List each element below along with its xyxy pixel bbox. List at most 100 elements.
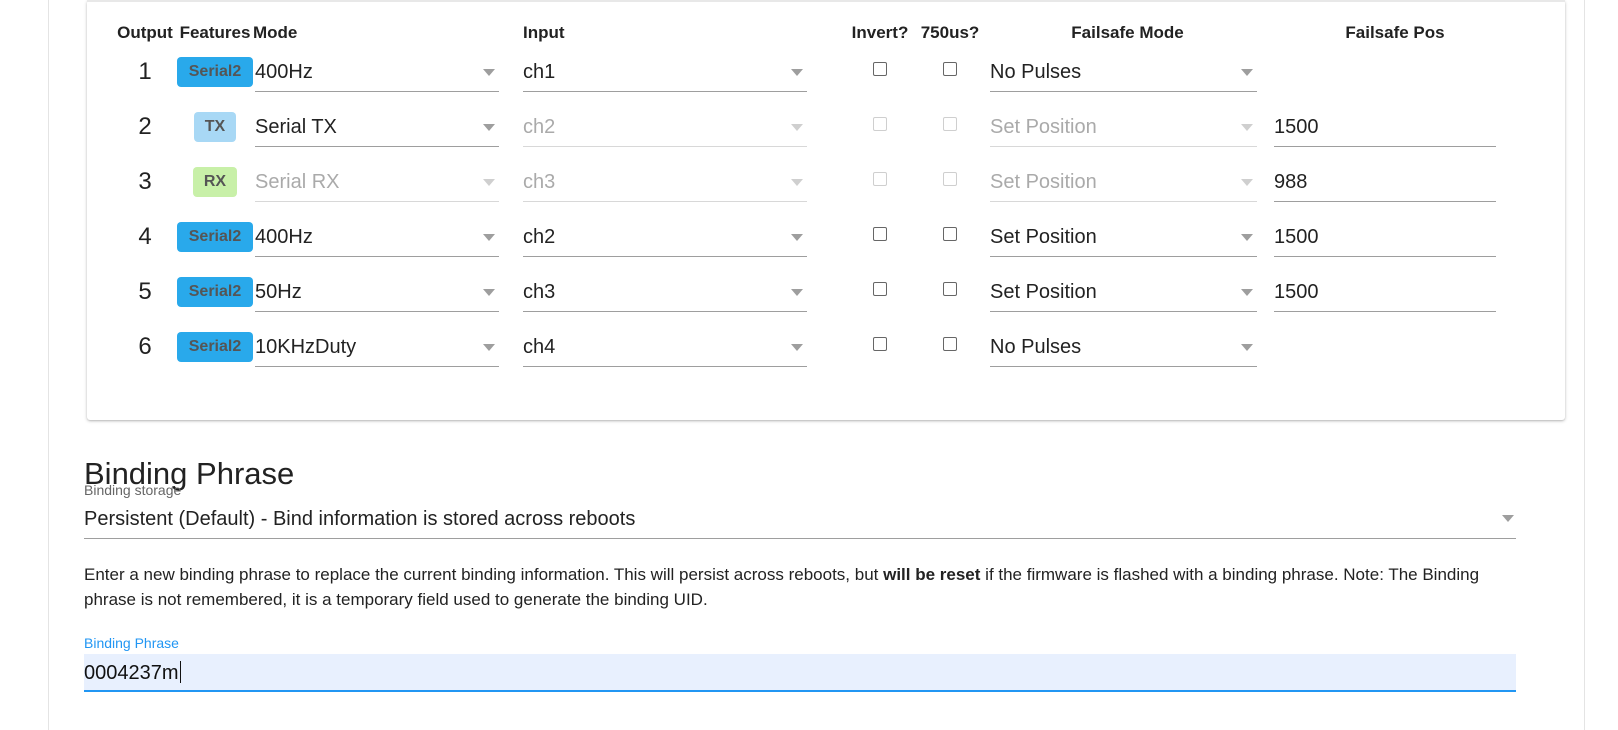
- dropdown-arrow-icon: [1502, 515, 1514, 522]
- failsafe-mode-value: Set Position: [990, 170, 1097, 193]
- failsafe-mode-value: Set Position: [990, 280, 1097, 303]
- input-value: ch2: [523, 225, 556, 248]
- invert-checkbox[interactable]: [873, 337, 887, 351]
- mode-select[interactable]: Serial TX: [255, 107, 499, 147]
- failsafe-pos-value: 1500: [1274, 280, 1319, 303]
- input-select[interactable]: ch1: [523, 52, 807, 92]
- 750us-checkbox: [943, 172, 957, 186]
- input-value: ch4: [523, 335, 556, 358]
- mode-select[interactable]: 400Hz: [255, 217, 499, 257]
- mode-select[interactable]: 400Hz: [255, 52, 499, 92]
- failsafe-mode-select: Set Position: [990, 107, 1257, 147]
- dropdown-arrow-icon: [1241, 68, 1253, 76]
- failsafe-pos-input[interactable]: 988: [1274, 162, 1496, 202]
- binding-phrase-label: Binding Phrase: [84, 635, 179, 651]
- input-value: ch3: [523, 280, 556, 303]
- feature-badge-tx: TX: [194, 111, 236, 142]
- feature-badge-serial2: Serial2: [177, 56, 253, 87]
- 750us-checkbox[interactable]: [943, 62, 957, 76]
- mode-value: Serial RX: [255, 170, 340, 193]
- failsafe-pos-input[interactable]: 1500: [1274, 272, 1496, 312]
- card-top-edge: [87, 0, 1565, 2]
- input-value: ch1: [523, 60, 556, 83]
- output-number: 1: [138, 57, 152, 85]
- dropdown-arrow-icon: [1241, 288, 1253, 296]
- failsafe-pos-value: 988: [1274, 170, 1308, 193]
- invert-checkbox[interactable]: [873, 62, 887, 76]
- failsafe-mode-value: No Pulses: [990, 60, 1082, 83]
- input-select: ch3: [523, 162, 807, 202]
- invert-checkbox[interactable]: [873, 282, 887, 296]
- dropdown-arrow-icon: [1241, 178, 1253, 186]
- dropdown-arrow-icon: [483, 233, 495, 241]
- dropdown-arrow-icon: [1241, 343, 1253, 351]
- header-input: Input: [523, 23, 565, 42]
- header-failsafe-mode: Failsafe Mode: [1071, 23, 1184, 42]
- dropdown-arrow-icon: [483, 288, 495, 296]
- dropdown-arrow-icon: [483, 123, 495, 131]
- mode-select[interactable]: 50Hz: [255, 272, 499, 312]
- binding-note-emphasis: will be reset: [883, 565, 981, 584]
- feature-badge-serial2: Serial2: [177, 331, 253, 362]
- mode-value: 400Hz: [255, 225, 313, 248]
- output-number: 3: [138, 167, 152, 195]
- dropdown-arrow-icon: [483, 68, 495, 76]
- failsafe-mode-select[interactable]: Set Position: [990, 217, 1257, 257]
- dropdown-arrow-icon: [483, 178, 495, 186]
- header-mode: Mode: [253, 23, 298, 42]
- feature-badge-serial2: Serial2: [177, 276, 253, 307]
- invert-checkbox[interactable]: [873, 227, 887, 241]
- failsafe-pos-input[interactable]: 1500: [1274, 107, 1496, 147]
- invert-checkbox: [873, 172, 887, 186]
- failsafe-mode-value: Set Position: [990, 115, 1097, 138]
- input-select[interactable]: ch4: [523, 327, 807, 367]
- feature-badge-serial2: Serial2: [177, 221, 253, 252]
- dropdown-arrow-icon: [791, 178, 803, 186]
- text-caret: [179, 661, 181, 683]
- mode-value: 400Hz: [255, 60, 313, 83]
- mode-select[interactable]: 10KHzDuty: [255, 327, 499, 367]
- failsafe-mode-value: Set Position: [990, 225, 1097, 248]
- 750us-checkbox: [943, 117, 957, 131]
- failsafe-pos-value: 1500: [1274, 115, 1319, 138]
- input-value: ch2: [523, 115, 556, 138]
- binding-storage-select[interactable]: Persistent (Default) - Bind information …: [84, 502, 1516, 539]
- output-number: 6: [138, 332, 152, 360]
- mode-value: Serial TX: [255, 115, 337, 138]
- dropdown-arrow-icon: [791, 343, 803, 351]
- binding-note-text: Enter a new binding phrase to replace th…: [84, 565, 884, 584]
- failsafe-pos-input[interactable]: 1500: [1274, 217, 1496, 257]
- binding-storage-label: Binding storage: [84, 482, 182, 498]
- header-750us: 750us?: [920, 23, 980, 42]
- failsafe-mode-select: Set Position: [990, 162, 1257, 202]
- binding-phrase-value: 0004237m: [84, 662, 179, 684]
- invert-checkbox: [873, 117, 887, 131]
- input-select[interactable]: ch2: [523, 217, 807, 257]
- failsafe-mode-select[interactable]: No Pulses: [990, 327, 1257, 367]
- table-header-row: Output Features Mode Input Invert? 750us…: [113, 22, 1520, 44]
- dropdown-arrow-icon: [1241, 233, 1253, 241]
- 750us-checkbox[interactable]: [943, 282, 957, 296]
- output-number: 2: [138, 112, 152, 140]
- output-number: 5: [138, 277, 152, 305]
- 750us-checkbox[interactable]: [943, 227, 957, 241]
- failsafe-pos-value: 1500: [1274, 225, 1319, 248]
- table-row: 5 Serial2 50Hz ch3 Set Position 1500: [113, 264, 1520, 319]
- input-value: ch3: [523, 170, 556, 193]
- table-row: 4 Serial2 400Hz ch2 Set Position 1500: [113, 209, 1520, 264]
- binding-phrase-input[interactable]: 0004237m: [84, 654, 1516, 692]
- input-select[interactable]: ch3: [523, 272, 807, 312]
- failsafe-mode-select[interactable]: Set Position: [990, 272, 1257, 312]
- table-row: 2 TX Serial TX ch2 Set Position 1500: [113, 99, 1520, 154]
- dropdown-arrow-icon: [791, 68, 803, 76]
- header-failsafe-pos: Failsafe Pos: [1345, 23, 1445, 42]
- header-features: Features: [179, 23, 251, 42]
- header-invert: Invert?: [851, 23, 909, 42]
- binding-storage-value: Persistent (Default) - Bind information …: [84, 508, 636, 530]
- dropdown-arrow-icon: [791, 123, 803, 131]
- 750us-checkbox[interactable]: [943, 337, 957, 351]
- header-output: Output: [117, 23, 173, 42]
- page-border-left: [48, 0, 49, 730]
- failsafe-mode-select[interactable]: No Pulses: [990, 52, 1257, 92]
- page-border-right: [1584, 0, 1585, 730]
